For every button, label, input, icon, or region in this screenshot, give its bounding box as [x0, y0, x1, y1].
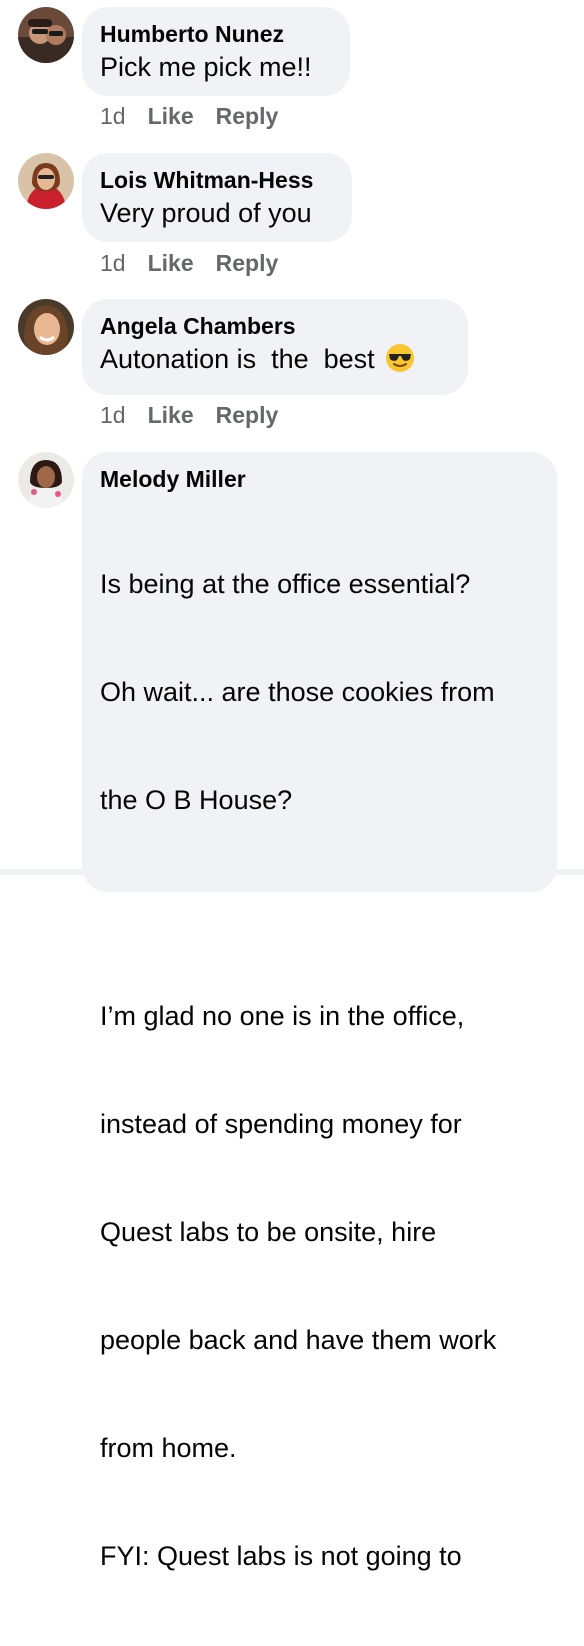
- avatar-photo-icon: [18, 153, 74, 209]
- avatar[interactable]: [18, 299, 74, 355]
- avatar-photo-icon: [18, 452, 74, 508]
- comment-bubble: Lois Whitman-Hess Very proud of you: [82, 153, 352, 242]
- comment-text: Pick me pick me!!: [100, 52, 312, 82]
- comment-actions: 1d Like Reply: [100, 102, 278, 130]
- comment-text-line: Oh wait... are those cookies from: [100, 677, 495, 707]
- comment-bubble: Humberto Nunez Pick me pick me!!: [82, 7, 350, 96]
- comment-text-line: Is being at the office essential?: [100, 569, 471, 599]
- like-button[interactable]: Like: [148, 402, 194, 428]
- bottom-divider: [0, 869, 584, 875]
- comment-timestamp[interactable]: 1d: [100, 402, 126, 428]
- like-button[interactable]: Like: [148, 250, 194, 276]
- comment-text-line: [100, 890, 539, 926]
- comment-text-line: the O B House?: [100, 785, 293, 815]
- comment-bubble: Angela Chambers Autonation is the best: [82, 299, 468, 395]
- comment-author[interactable]: Melody Miller: [100, 464, 539, 494]
- comment-text: Autonation is the best: [100, 341, 450, 382]
- smiling-face-with-sunglasses-icon: [385, 343, 415, 382]
- comment-actions: 1d Like Reply: [100, 401, 278, 429]
- comment-author[interactable]: Humberto Nunez: [100, 19, 332, 49]
- comment-text-line: instead of spending money for: [100, 1109, 462, 1139]
- comment-text: Very proud of you: [100, 198, 312, 228]
- comment-text: Is being at the office essential? Oh wai…: [100, 494, 539, 1646]
- comment-actions: 1d Like Reply: [100, 249, 278, 277]
- avatar[interactable]: [18, 7, 74, 63]
- avatar[interactable]: [18, 153, 74, 209]
- reply-button[interactable]: Reply: [216, 103, 279, 129]
- reply-button[interactable]: Reply: [216, 250, 279, 276]
- comment-timestamp[interactable]: 1d: [100, 103, 126, 129]
- avatar-photo-icon: [18, 299, 74, 355]
- comment-text-line: people back and have them work: [100, 1325, 497, 1355]
- comment-text-line: from home.: [100, 1433, 237, 1463]
- comment-author[interactable]: Angela Chambers: [100, 311, 450, 341]
- comment-text-line: I’m glad no one is in the office,: [100, 1001, 465, 1031]
- avatar[interactable]: [18, 452, 74, 508]
- comment-author[interactable]: Lois Whitman-Hess: [100, 165, 334, 195]
- comment-text-line: FYI: Quest labs is not going to: [100, 1541, 462, 1571]
- comment-text-line: Quest labs to be onsite, hire: [100, 1217, 437, 1247]
- comment-bubble: Melody Miller Is being at the office ess…: [82, 452, 557, 1571]
- comment-text-content: Autonation is the best: [100, 344, 375, 374]
- like-button[interactable]: Like: [148, 103, 194, 129]
- avatar-photo-icon: [18, 7, 74, 63]
- comment-timestamp[interactable]: 1d: [100, 250, 126, 276]
- reply-button[interactable]: Reply: [216, 402, 279, 428]
